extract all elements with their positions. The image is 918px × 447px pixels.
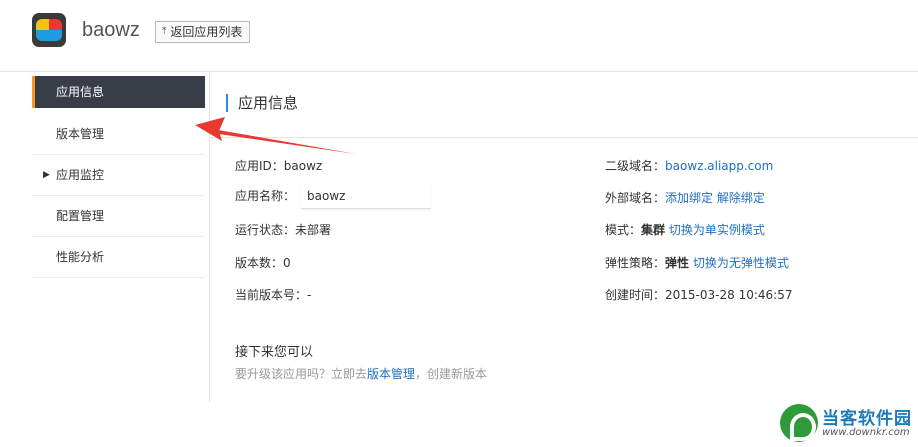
remove-binding-link[interactable]: 解除绑定 (717, 191, 765, 205)
arrow-up-icon: ⤒ (162, 26, 167, 37)
sidebar-item-label: 应用监控 (56, 168, 105, 182)
created-time-row: 创建时间：2015-03-28 10:46:57 (605, 288, 793, 302)
app-header: baowz ⤒ 返回应用列表 (0, 0, 918, 72)
external-domain-row: 外部域名：添加绑定 解除绑定 (605, 191, 765, 205)
section-divider (210, 137, 918, 138)
back-button-label: 返回应用列表 (170, 25, 243, 39)
sidebar-item-label: 版本管理 (56, 127, 105, 141)
watermark-name: 当客软件园 (822, 409, 912, 429)
next-steps-title: 接下来您可以 (235, 345, 314, 360)
app-id-row: 应用ID：baowz (235, 159, 323, 173)
caret-right-icon: ▶ (43, 170, 50, 180)
sidebar-item-label: 配置管理 (56, 209, 105, 223)
subdomain-link[interactable]: baowz.aliapp.com (665, 159, 773, 173)
elastic-policy-row: 弹性策略：弹性 切换为无弹性模式 (605, 256, 789, 270)
app-id-value: baowz (283, 159, 323, 173)
site-watermark: 当客软件园 www.downkr.com (780, 402, 915, 444)
switch-no-elastic-link[interactable]: 切换为无弹性模式 (693, 256, 789, 270)
elastic-value: 弹性 (665, 256, 690, 270)
status-value: 未部署 (295, 223, 332, 237)
mode-row: 模式：集群 切换为单实例模式 (605, 223, 765, 237)
app-logo-icon (32, 13, 66, 47)
sidebar-item-config-management[interactable]: 配置管理 (32, 196, 205, 237)
sidebar-item-app-info[interactable]: 应用信息 (32, 76, 205, 108)
subdomain-row: 二级域名：baowz.aliapp.com (605, 159, 774, 173)
sidebar-item-version-management[interactable]: 版本管理 (32, 114, 205, 155)
version-count-value: 0 (283, 256, 291, 270)
sidebar-nav: 应用信息 版本管理 ▶ 应用监控 配置管理 性能分析 (32, 76, 205, 278)
app-name-title: baowz (82, 19, 140, 41)
current-version-value: - (307, 288, 312, 302)
next-steps-description: 要升级该应用吗？立即去版本管理，创建新版本 (235, 367, 488, 381)
switch-single-instance-link[interactable]: 切换为单实例模式 (669, 223, 765, 237)
app-name-value: baowz (301, 185, 432, 209)
sidebar-item-label: 应用信息 (56, 85, 105, 99)
watermark-logo-icon (780, 404, 818, 442)
version-count-row: 版本数：0 (235, 256, 291, 270)
app-name-row: 应用名称： baowz (235, 185, 432, 209)
back-to-app-list-button[interactable]: ⤒ 返回应用列表 (155, 21, 251, 43)
mode-value: 集群 (641, 223, 666, 237)
watermark-url: www.downkr.com (822, 427, 910, 438)
version-management-link[interactable]: 版本管理 (367, 367, 415, 381)
created-time-value: 2015-03-28 10:46:57 (665, 288, 793, 302)
sidebar-item-app-monitoring[interactable]: ▶ 应用监控 (32, 155, 205, 196)
sidebar-divider (209, 72, 210, 402)
add-binding-link[interactable]: 添加绑定 (665, 191, 713, 205)
section-title: 应用信息 (226, 94, 298, 112)
current-version-row: 当前版本号：- (235, 288, 312, 302)
status-row: 运行状态：未部署 (235, 223, 332, 237)
sidebar-item-performance-analysis[interactable]: 性能分析 (32, 237, 205, 278)
sidebar-item-label: 性能分析 (56, 250, 105, 264)
